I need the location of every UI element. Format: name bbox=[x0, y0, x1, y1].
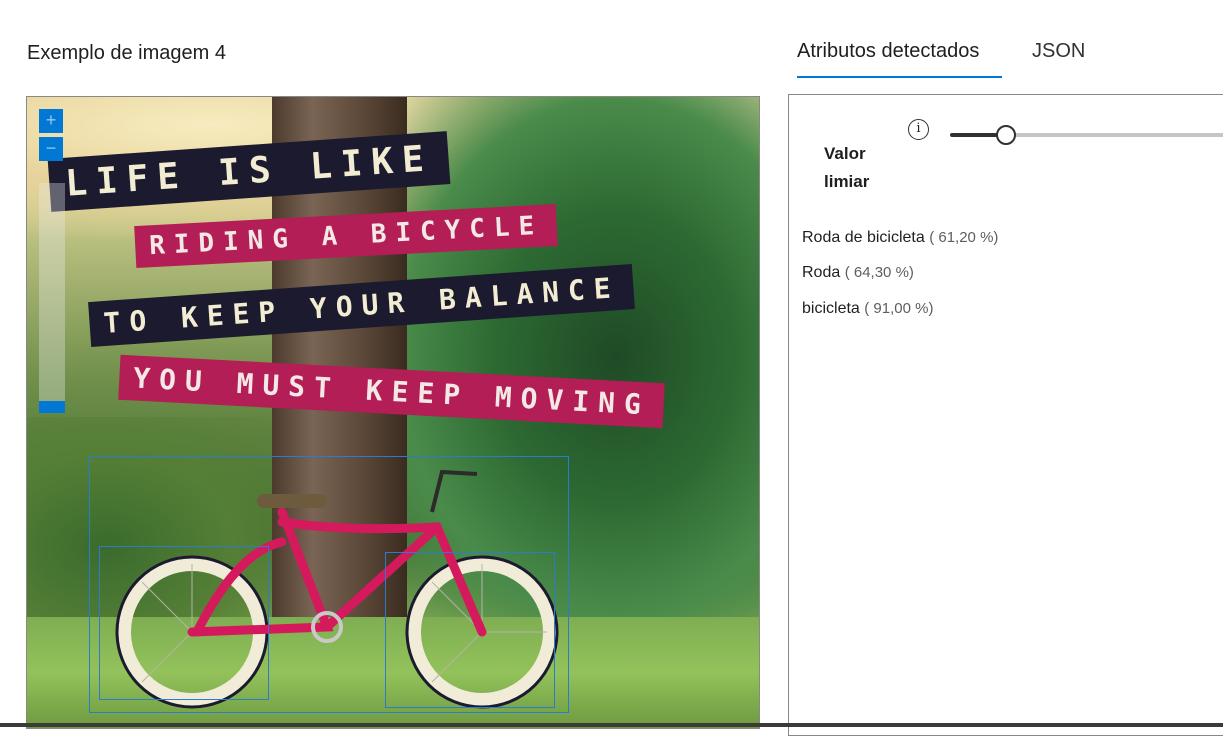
attribute-name: Roda bbox=[802, 264, 841, 281]
attribute-name: Roda de bicicleta bbox=[802, 229, 925, 246]
slider-thumb[interactable] bbox=[996, 125, 1016, 145]
page-title: Exemplo de imagem 4 bbox=[27, 42, 226, 64]
attribute-item: Roda ( 64,30 %) bbox=[802, 264, 914, 282]
attribute-item: Roda de bicicleta ( 61,20 %) bbox=[802, 229, 998, 247]
tab-json[interactable]: JSON bbox=[1032, 40, 1085, 63]
threshold-label-line2: limiar bbox=[824, 172, 870, 191]
detection-box-rear-wheel[interactable] bbox=[99, 546, 269, 700]
threshold-slider[interactable] bbox=[950, 124, 1223, 146]
tab-detected-attributes[interactable]: Atributos detectados bbox=[797, 40, 979, 63]
zoom-slider-track[interactable] bbox=[39, 183, 65, 413]
detection-box-front-wheel[interactable] bbox=[385, 552, 555, 708]
zoom-slider-thumb[interactable] bbox=[39, 401, 65, 413]
active-tab-indicator bbox=[797, 76, 1002, 78]
zoom-out-button[interactable]: − bbox=[39, 137, 63, 161]
image-viewer[interactable]: LIFE IS LIKE RIDING A BICYCLE TO KEEP YO… bbox=[26, 96, 760, 729]
attribute-confidence: ( 91,00 %) bbox=[864, 300, 934, 317]
attribute-item: bicicleta ( 91,00 %) bbox=[802, 300, 933, 318]
zoom-in-button[interactable]: + bbox=[39, 109, 63, 133]
threshold-label-line1: Valor bbox=[824, 144, 866, 163]
attribute-confidence: ( 61,20 %) bbox=[929, 229, 999, 246]
info-icon[interactable]: i bbox=[908, 119, 929, 140]
threshold-label: Valor limiar bbox=[824, 140, 904, 196]
bottom-bar bbox=[0, 723, 1223, 727]
attribute-name: bicicleta bbox=[802, 300, 860, 317]
attribute-confidence: ( 64,30 %) bbox=[844, 264, 914, 281]
slider-track bbox=[1006, 133, 1223, 137]
